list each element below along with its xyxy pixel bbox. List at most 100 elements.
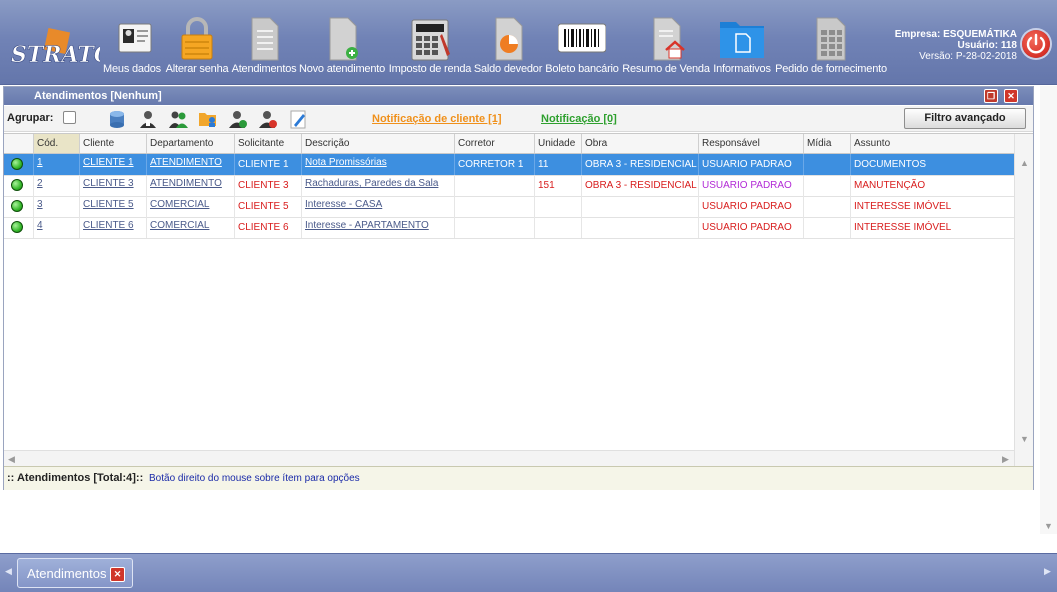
cell-cod[interactable]: 4: [34, 217, 80, 238]
toolbar-novo-atendimento[interactable]: Novo atendimento: [297, 14, 387, 80]
notification-link[interactable]: Notificação [0]: [541, 113, 617, 125]
header-departamento[interactable]: Departamento: [147, 134, 235, 153]
toolbar-pedido-de-fornecimento[interactable]: Pedido de fornecimento: [773, 14, 889, 80]
power-off-button[interactable]: [1022, 30, 1050, 58]
toolbar-saldo-devedor[interactable]: Saldo devedor: [473, 14, 543, 80]
cell-descricao[interactable]: Nota Promissórias: [302, 154, 455, 175]
header-cod[interactable]: Cód.: [34, 134, 80, 153]
database-icon[interactable]: [108, 109, 128, 129]
user-icon[interactable]: [138, 109, 158, 129]
restore-button[interactable]: ❐: [984, 89, 998, 103]
cell-cliente[interactable]: CLIENTE 5: [80, 196, 147, 217]
toolbar-informativos[interactable]: Informativos: [711, 14, 773, 80]
folder-user-icon[interactable]: [198, 109, 218, 129]
cell-corretor: [455, 217, 535, 238]
header-descricao[interactable]: Descrição: [302, 134, 455, 153]
edit-pen-icon[interactable]: [288, 109, 308, 129]
cell-assunto: DOCUMENTOS: [854, 159, 927, 170]
cell-cod[interactable]: 3: [34, 196, 80, 217]
taskbar: ◀ Atendimentos ✕ ▶: [0, 553, 1057, 592]
cell-responsavel: USUARIO PADRAO: [699, 154, 804, 175]
header-corretor[interactable]: Corretor: [455, 134, 535, 153]
strato-logo: STRATO: [11, 27, 100, 68]
table-row[interactable]: 3 CLIENTE 5 COMERCIAL CLIENTE 5 Interess…: [4, 196, 1014, 218]
vertical-scrollbar[interactable]: ▲ ▼: [1014, 134, 1033, 467]
taskbar-left-icon[interactable]: ◀: [5, 566, 12, 577]
user-remove-icon[interactable]: [258, 109, 278, 129]
header-status: [4, 134, 34, 153]
header-cliente[interactable]: Cliente: [80, 134, 147, 153]
cell-obra: OBRA 3 - RESIDENCIAL: [582, 154, 699, 175]
cell-midia: [804, 154, 851, 175]
house-document-icon: [653, 17, 685, 61]
window-titlebar: Atendimentos [Nenhum] ❐ ✕: [4, 87, 1033, 105]
cell-cod[interactable]: 2: [34, 175, 80, 196]
taskbar-right-icon[interactable]: ▶: [1044, 566, 1051, 577]
cell-departamento[interactable]: ATENDIMENTO: [147, 175, 235, 196]
cell-midia: [804, 175, 851, 196]
group-checkbox[interactable]: [63, 111, 76, 124]
header-responsavel[interactable]: Responsável: [699, 134, 804, 153]
cell-unidade: 11: [535, 154, 582, 175]
user-check-icon[interactable]: [228, 109, 248, 129]
cell-descricao[interactable]: Interesse - CASA: [302, 196, 455, 217]
cell-responsavel: USUARIO PADRAO: [699, 175, 804, 196]
window-title: Atendimentos [Nenhum]: [34, 90, 162, 102]
main-toolbar: STRATO Meus dados Alterar senha Atendime…: [0, 0, 1057, 85]
table-row[interactable]: 1 CLIENTE 1 ATENDIMENTO CLIENTE 1 Nota P…: [4, 154, 1014, 176]
cell-midia: [804, 196, 851, 217]
page-scroll-down-icon[interactable]: ▼: [1044, 521, 1053, 531]
cell-cliente[interactable]: CLIENTE 6: [80, 217, 147, 238]
toolbar-atendimentos[interactable]: Atendimentos: [231, 14, 297, 80]
status-ok-icon: [11, 179, 23, 191]
table-row[interactable]: 4 CLIENTE 6 COMERCIAL CLIENTE 6 Interess…: [4, 217, 1014, 239]
cell-cod[interactable]: 1: [34, 154, 80, 175]
cell-cliente[interactable]: CLIENTE 1: [80, 154, 147, 175]
cell-corretor: [455, 196, 535, 217]
table-row[interactable]: 2 CLIENTE 3 ATENDIMENTO CLIENTE 3 Rachad…: [4, 175, 1014, 197]
taskbar-tab-atendimentos[interactable]: Atendimentos ✕: [17, 558, 133, 588]
header-unidade[interactable]: Unidade: [535, 134, 582, 153]
cell-descricao[interactable]: Interesse - APARTAMENTO: [302, 217, 455, 238]
cell-departamento[interactable]: ATENDIMENTO: [147, 154, 235, 175]
id-card-icon: [118, 23, 152, 53]
page-scrollbar[interactable]: ▼: [1040, 86, 1057, 534]
company-info: Empresa: ESQUEMÁTIKA Usuário: 118 Versão…: [895, 29, 1017, 62]
status-ok-icon: [11, 221, 23, 233]
company-name: Empresa: ESQUEMÁTIKA: [894, 29, 1017, 40]
users-green-icon[interactable]: [168, 109, 188, 129]
scroll-right-icon[interactable]: ▶: [1002, 454, 1009, 465]
cell-corretor: CORRETOR 1: [455, 154, 535, 175]
toolbar-meus-dados[interactable]: Meus dados: [101, 14, 163, 80]
header-obra[interactable]: Obra: [582, 134, 699, 153]
toolbar-resumo-de-venda[interactable]: Resumo de Venda: [621, 14, 711, 80]
toolbar-imposto-de-renda[interactable]: Imposto de renda: [387, 14, 473, 80]
scroll-down-icon[interactable]: ▼: [1020, 434, 1029, 444]
toolbar-boleto-bancario[interactable]: Boleto bancário: [543, 14, 621, 80]
taskbar-close-icon[interactable]: ✕: [110, 567, 125, 582]
scroll-up-icon[interactable]: ▲: [1020, 158, 1029, 168]
cell-responsavel: USUARIO PADRAO: [699, 217, 804, 238]
cell-solicitante: CLIENTE 6: [235, 217, 302, 238]
cell-unidade: [535, 196, 582, 217]
new-document-icon: [329, 17, 358, 61]
header-midia[interactable]: Mídia: [804, 134, 851, 153]
header-solicitante[interactable]: Solicitante: [235, 134, 302, 153]
cell-departamento[interactable]: COMERCIAL: [147, 196, 235, 217]
client-notification-link[interactable]: Notificação de cliente [1]: [372, 113, 502, 125]
cell-departamento[interactable]: COMERCIAL: [147, 217, 235, 238]
cell-cliente[interactable]: CLIENTE 3: [80, 175, 147, 196]
document-icon: [251, 17, 279, 61]
cell-descricao[interactable]: Rachaduras, Paredes da Sala: [302, 175, 455, 196]
atendimentos-window: Atendimentos [Nenhum] ❐ ✕ Agrupar: Notif…: [3, 86, 1034, 490]
logo-text: STRATO: [11, 42, 100, 68]
close-button[interactable]: ✕: [1004, 89, 1018, 103]
scroll-left-icon[interactable]: ◀: [8, 454, 15, 465]
status-dot: [4, 175, 34, 196]
header-assunto[interactable]: Assunto: [851, 134, 1014, 153]
status-dot: [4, 154, 34, 175]
cell-corretor: [455, 175, 535, 196]
cell-obra: [582, 217, 699, 238]
toolbar-alterar-senha[interactable]: Alterar senha: [163, 14, 231, 80]
advanced-filter-button[interactable]: Filtro avançado: [904, 108, 1026, 129]
